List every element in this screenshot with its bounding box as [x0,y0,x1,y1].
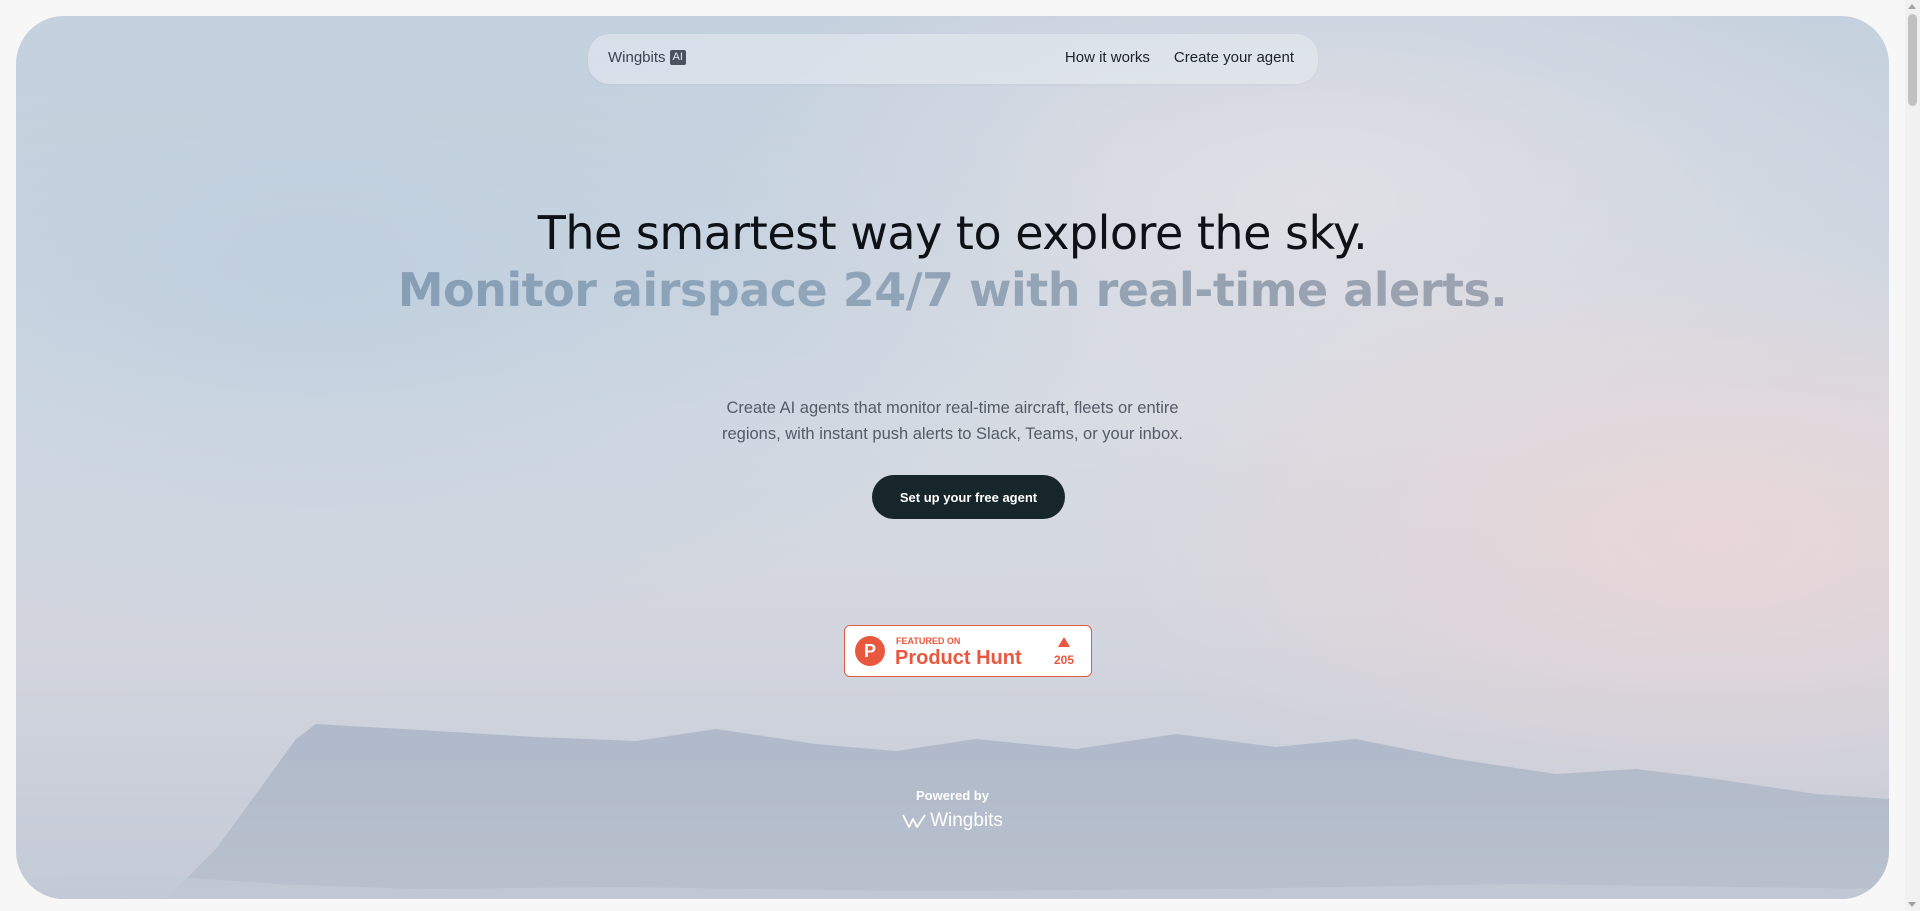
powered-by-label: Powered by [916,788,989,803]
product-hunt-featured-label: FEATURED ON [896,636,961,646]
nav-links: How it works Create your agent [1065,49,1294,66]
page-scrollbar[interactable] [1905,0,1920,911]
hero-description: Create AI agents that monitor real-time … [16,395,1889,447]
scroll-up-arrow-icon[interactable] [1908,4,1916,9]
product-hunt-badge[interactable]: P FEATURED ON Product Hunt 205 [844,625,1092,677]
scrollbar-thumb[interactable] [1908,14,1917,106]
hero-subheadline: Monitor airspace 24/7 with real-time ale… [16,263,1889,317]
description-line-2: regions, with instant push alerts to Sla… [721,425,1183,443]
nav-link-create-your-agent[interactable]: Create your agent [1174,49,1294,66]
scroll-down-arrow-icon[interactable] [1908,902,1916,907]
upvote-triangle-icon [1058,637,1070,647]
hero-frame: Wingbits AI How it works Create your age… [16,16,1889,899]
wingbits-wing-icon [902,814,926,828]
wingbits-brand-logo[interactable]: Wingbits [16,810,1889,832]
product-hunt-logo-icon: P [855,636,885,666]
logo-text: Wingbits [608,49,666,66]
setup-free-agent-button[interactable]: Set up your free agent [872,475,1065,519]
product-hunt-upvote-count: 205 [1053,653,1075,667]
wingbits-ai-logo[interactable]: Wingbits AI [608,49,686,66]
nav-link-how-it-works[interactable]: How it works [1065,49,1150,66]
top-nav: Wingbits AI How it works Create your age… [588,34,1318,84]
description-line-1: Create AI agents that monitor real-time … [726,399,1179,417]
product-hunt-name: Product Hunt [895,647,1022,669]
wingbits-brand-text: Wingbits [930,810,1003,831]
hero-headline: The smartest way to explore the sky. [537,206,1368,260]
logo-ai-badge: AI [669,50,686,65]
